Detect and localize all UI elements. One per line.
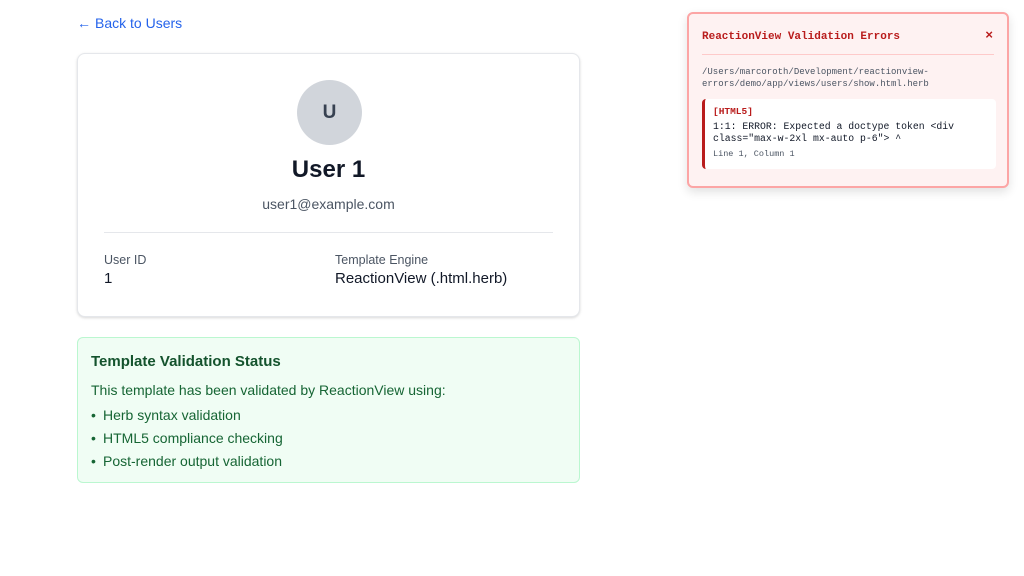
validation-status-intro: This template has been validated by Reac…	[91, 382, 446, 398]
error-entry: [HTML5] 1:1: ERROR: Expected a doctype t…	[702, 99, 996, 169]
error-panel-divider	[702, 54, 994, 55]
error-message: 1:1: ERROR: Expected a doctype token <di…	[713, 121, 955, 144]
validation-checks-list: • Herb syntax validation • HTML5 complia…	[91, 407, 283, 476]
list-item: • HTML5 compliance checking	[91, 430, 283, 453]
back-to-users-link[interactable]: ← Back to Users	[77, 15, 182, 31]
card-divider	[104, 232, 553, 233]
error-file-path: /Users/marcoroth/Development/reactionvie…	[702, 67, 929, 89]
user-profile-card: U User 1 user1@example.com User ID 1 Tem…	[77, 53, 580, 317]
validation-errors-panel: ReactionView Validation Errors × /Users/…	[687, 12, 1009, 188]
back-link-label: Back to Users	[95, 15, 183, 31]
template-engine-value: ReactionView (.html.herb)	[335, 270, 508, 287]
list-item-label: HTML5 compliance checking	[103, 430, 283, 446]
template-engine-label: Template Engine	[335, 253, 429, 267]
bullet-icon: •	[91, 453, 96, 469]
avatar: U	[297, 80, 362, 145]
list-item-label: Post-render output validation	[103, 453, 282, 469]
error-type-tag: [HTML5]	[713, 106, 753, 117]
close-icon[interactable]: ×	[985, 29, 993, 43]
validation-status-title: Template Validation Status	[91, 353, 281, 370]
user-id-value: 1	[104, 270, 113, 287]
user-email: user1@example.com	[262, 196, 395, 212]
bullet-icon: •	[91, 407, 96, 423]
list-item: • Post-render output validation	[91, 453, 283, 476]
error-panel-title: ReactionView Validation Errors	[702, 31, 901, 43]
error-location: Line 1, Column 1	[713, 149, 795, 159]
bullet-icon: •	[91, 430, 96, 446]
user-id-label: User ID	[104, 253, 147, 267]
user-name: User 1	[291, 156, 366, 183]
arrow-left-icon: ←	[77, 15, 91, 31]
list-item-label: Herb syntax validation	[103, 407, 241, 423]
list-item: • Herb syntax validation	[91, 407, 283, 430]
validation-status-card: Template Validation Status This template…	[77, 337, 580, 483]
